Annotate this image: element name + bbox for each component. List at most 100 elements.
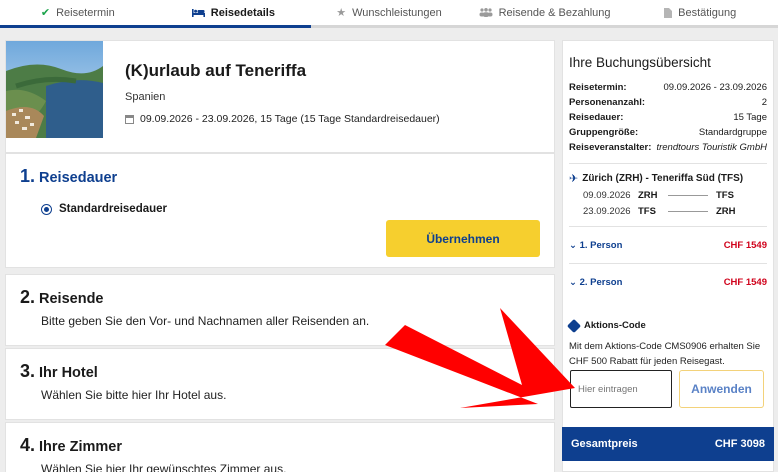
section-reisende[interactable]: 2. Reisende Bitte geben Sie den Vor- und…	[5, 274, 555, 346]
summary-key: Reiseveranstalter:	[569, 142, 652, 153]
summary-key: Gruppengröße:	[569, 127, 639, 138]
person-toggle[interactable]: ⌄ 2. Person	[569, 277, 622, 288]
summary-key: Personenanzahl:	[569, 97, 646, 108]
trip-title: (K)urlaub auf Teneriffa	[125, 61, 307, 80]
summary-value: 15 Tage	[733, 112, 767, 123]
leg-to: TFS	[716, 190, 734, 201]
section-header: 2. Reisende	[20, 287, 540, 308]
summary-key: Reisedauer:	[569, 112, 624, 123]
flight-route-text: Zürich (ZRH) - Teneriffa Süd (TFS)	[582, 173, 744, 184]
section-title: Reisedauer	[39, 170, 118, 186]
section-number: 2.	[20, 287, 36, 307]
summary-row: Reiseveranstalter: trendtours Touristik G…	[563, 140, 773, 155]
document-icon	[664, 7, 673, 18]
step-wunschleistungen[interactable]: ★ Wunschleistungen	[311, 0, 467, 25]
step-label: Reisetermin	[56, 6, 115, 19]
divider	[569, 226, 767, 227]
promo-title: Aktions-Code	[584, 320, 646, 331]
section-header: 3. Ihr Hotel	[20, 361, 540, 382]
checkmark-icon: ✔	[40, 7, 51, 19]
promo-header: Aktions-Code	[563, 318, 773, 333]
step-label: Bestätigung	[678, 6, 737, 19]
leg-date: 09.09.2026	[583, 190, 631, 201]
summary-key: Reisetermin:	[569, 82, 627, 93]
main-content: (K)urlaub auf Teneriffa Spanien 09.09.20…	[5, 40, 555, 472]
summary-row: Personenanzahl: 2	[563, 95, 773, 110]
section-header: 4. Ihre Zimmer	[20, 435, 540, 456]
leg-line	[668, 195, 708, 196]
flight-leg: 23.09.2026 TFS ZRH	[563, 206, 773, 217]
leg-from: TFS	[638, 206, 656, 217]
step-reisedetails[interactable]: Reisedetails	[156, 0, 312, 25]
leg-to: ZRH	[716, 206, 736, 217]
chevron-down-icon: ⌄	[569, 276, 580, 288]
section-reisedauer: 1. Reisedauer Standardreisedauer Überneh…	[5, 153, 555, 268]
promo-form: Anwenden	[570, 370, 764, 408]
step-reisetermin[interactable]: ✔ Reisetermin	[0, 0, 156, 25]
flight-route: ✈ Zürich (ZRH) - Teneriffa Süd (TFS)	[563, 172, 773, 185]
booking-summary: Ihre Buchungsübersicht Reisetermin: 09.09…	[562, 40, 774, 472]
leg-date: 23.09.2026	[583, 206, 631, 217]
promo-code-input[interactable]	[570, 370, 672, 408]
summary-value: 2	[761, 97, 767, 108]
leg-line	[668, 211, 708, 212]
person-label: 2. Person	[579, 276, 623, 288]
step-label: Wunschleistungen	[352, 6, 442, 19]
person-label: 1. Person	[579, 239, 623, 251]
calendar-icon	[125, 114, 134, 124]
section-description: Wählen Sie hier Ihr gewünschtes Zimmer a…	[41, 462, 287, 472]
section-zimmer[interactable]: 4. Ihre Zimmer Wählen Sie hier Ihr gewün…	[5, 422, 555, 472]
trip-dates-text: 09.09.2026 - 23.09.2026, 15 Tage (15 Tag…	[140, 113, 440, 125]
leg-from: ZRH	[638, 190, 658, 201]
trip-country: Spanien	[125, 91, 166, 103]
section-number: 1.	[20, 166, 36, 186]
chevron-down-icon: ⌄	[569, 239, 580, 251]
step-bestaetigung[interactable]: Bestätigung	[622, 0, 778, 25]
radio-standardreisedauer[interactable]: Standardreisedauer	[20, 203, 540, 215]
step-reisende-bezahlung[interactable]: Reisende & Bezahlung	[467, 0, 623, 25]
step-label: Reisende & Bezahlung	[498, 6, 611, 19]
tag-icon	[566, 318, 582, 333]
trip-dates: 09.09.2026 - 23.09.2026, 15 Tage (15 Tag…	[125, 113, 440, 125]
person-row-1[interactable]: ⌄ 1. Person CHF 1549	[563, 235, 773, 255]
section-hotel[interactable]: 3. Ihr Hotel Wählen Sie bitte hier Ihr H…	[5, 348, 555, 420]
anwenden-button[interactable]: Anwenden	[679, 370, 764, 408]
section-title: Reisende	[39, 291, 104, 307]
total-value: CHF 3098	[714, 438, 765, 450]
step-label: Reisedetails	[210, 6, 275, 19]
section-title: Ihre Zimmer	[39, 439, 123, 455]
section-description: Wählen Sie bitte hier Ihr Hotel aus.	[41, 388, 227, 402]
total-price-bar: Gesamtpreis CHF 3098	[562, 427, 774, 461]
section-number: 3.	[20, 361, 36, 381]
summary-title: Ihre Buchungsübersicht	[569, 55, 711, 70]
section-title: Ihr Hotel	[39, 365, 98, 381]
star-icon: ★	[336, 7, 347, 19]
section-header: 1. Reisedauer	[20, 166, 540, 187]
bed-icon	[191, 8, 205, 17]
progress-stepper: ✔ Reisetermin Reisedetails ★ Wunschleist…	[0, 0, 778, 28]
summary-value: 09.09.2026 - 23.09.2026	[663, 82, 767, 93]
person-row-2[interactable]: ⌄ 2. Person CHF 1549	[563, 272, 773, 292]
progress-fill	[0, 25, 312, 28]
trip-image	[6, 41, 103, 138]
summary-value: Standardgruppe	[698, 127, 767, 138]
section-number: 4.	[20, 435, 36, 455]
summary-row: Reisetermin: 09.09.2026 - 23.09.2026	[563, 80, 773, 95]
people-icon	[479, 8, 493, 17]
radio-label: Standardreisedauer	[59, 203, 168, 215]
radio-selected-icon[interactable]	[41, 203, 52, 215]
summary-row: Reisedauer: 15 Tage	[563, 110, 773, 125]
section-description: Bitte geben Sie den Vor- und Nachnamen a…	[41, 314, 370, 328]
promo-text: Mit dem Aktions-Code CMS0906 erhalten Si…	[569, 341, 761, 367]
trip-card: (K)urlaub auf Teneriffa Spanien 09.09.20…	[5, 40, 555, 153]
summary-details: Reisetermin: 09.09.2026 - 23.09.2026 Pers…	[563, 80, 773, 155]
operator-name: trendtours Touristik GmbH	[656, 142, 767, 153]
flight-leg: 09.09.2026 ZRH TFS	[563, 190, 773, 201]
uebernehmen-button[interactable]: Übernehmen	[386, 220, 540, 257]
person-price: CHF 1549	[723, 239, 767, 251]
divider	[569, 263, 767, 264]
airplane-icon: ✈	[569, 173, 579, 185]
person-price: CHF 1549	[723, 276, 767, 288]
person-toggle[interactable]: ⌄ 1. Person	[569, 240, 622, 251]
summary-value: trendtours Touristik GmbH	[656, 140, 767, 155]
